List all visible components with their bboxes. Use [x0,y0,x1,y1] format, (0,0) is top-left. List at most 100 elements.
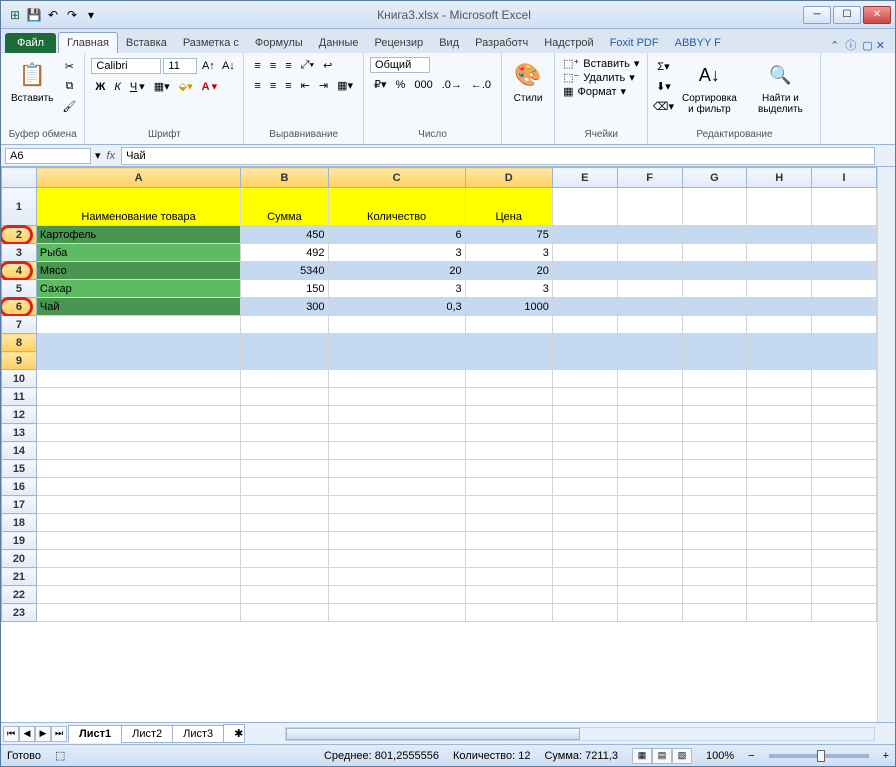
cell-B10[interactable] [241,370,328,388]
cell-F9[interactable] [617,352,682,370]
cell-C22[interactable] [328,586,465,604]
cell-I14[interactable] [812,442,877,460]
tab-data[interactable]: Данные [311,33,367,53]
fill-color-button[interactable]: ⬙▾ [175,78,197,95]
cell-C2[interactable]: 6 [328,226,465,244]
cell-E3[interactable] [552,244,617,262]
minimize-button[interactable]: ─ [803,6,831,24]
insert-cells-button[interactable]: ⬚⁺Вставить▾ [561,57,641,70]
zoom-out-button[interactable]: − [748,750,754,762]
cell-D2[interactable]: 75 [465,226,552,244]
cell-F3[interactable] [617,244,682,262]
decrease-font-icon[interactable]: A↓ [219,57,237,75]
cell-A17[interactable] [36,496,240,514]
tab-insert[interactable]: Вставка [118,33,175,53]
cell-D17[interactable] [465,496,552,514]
cell-H4[interactable] [747,262,812,280]
cell-F6[interactable] [617,298,682,316]
cell-D14[interactable] [465,442,552,460]
cell-E19[interactable] [552,532,617,550]
cell-I23[interactable] [812,604,877,622]
cell-I12[interactable] [812,406,877,424]
vertical-scrollbar[interactable] [877,167,895,722]
zoom-in-button[interactable]: + [883,750,889,762]
cell-H1[interactable] [747,188,812,226]
cell-G18[interactable] [682,514,747,532]
view-page-layout-button[interactable]: ▤ [652,748,672,764]
cell-A22[interactable] [36,586,240,604]
cell-E8[interactable] [552,334,617,352]
cell-A19[interactable] [36,532,240,550]
cell-I6[interactable] [812,298,877,316]
horizontal-scrollbar[interactable] [285,727,875,741]
cell-D1[interactable]: Цена [465,188,552,226]
cut-icon[interactable]: ✂ [60,57,78,75]
cell-H13[interactable] [747,424,812,442]
new-sheet-button[interactable]: ✱ [223,724,245,743]
cell-E13[interactable] [552,424,617,442]
cell-A12[interactable] [36,406,240,424]
cell-F13[interactable] [617,424,682,442]
cell-C17[interactable] [328,496,465,514]
cell-C8[interactable] [328,334,465,352]
sheet-tab-1[interactable]: Лист1 [68,725,122,743]
cell-F21[interactable] [617,568,682,586]
align-bottom-icon[interactable]: ≡ [281,57,295,74]
copy-icon[interactable]: ⧉ [60,77,78,95]
cell-H7[interactable] [747,316,812,334]
cell-I8[interactable] [812,334,877,352]
col-header-E[interactable]: E [552,168,617,188]
col-header-I[interactable]: I [812,168,877,188]
cell-H17[interactable] [747,496,812,514]
cell-F17[interactable] [617,496,682,514]
cell-G5[interactable] [682,280,747,298]
cell-B22[interactable] [241,586,328,604]
cell-C12[interactable] [328,406,465,424]
cell-C13[interactable] [328,424,465,442]
font-color-button[interactable]: A▾ [198,78,221,95]
orientation-icon[interactable]: ⤢▾ [297,57,318,74]
cell-F8[interactable] [617,334,682,352]
clear-icon[interactable]: ⌫▾ [654,97,672,115]
row-header-1[interactable]: 1 [2,188,37,226]
cell-D6[interactable]: 1000 [465,298,552,316]
col-header-D[interactable]: D [465,168,552,188]
row-header-10[interactable]: 10 [2,370,37,388]
cell-I11[interactable] [812,388,877,406]
paste-button[interactable]: 📋 Вставить [7,57,57,106]
indent-increase-icon[interactable]: ⇥ [315,77,332,94]
cell-G1[interactable] [682,188,747,226]
row-header-2[interactable]: 2 [2,226,37,244]
cell-A13[interactable] [36,424,240,442]
font-size-select[interactable]: 11 [163,58,197,74]
row-header-17[interactable]: 17 [2,496,37,514]
cell-C11[interactable] [328,388,465,406]
ribbon-options-icon[interactable]: ▢ ✕ [862,39,885,52]
cell-E12[interactable] [552,406,617,424]
cell-B1[interactable]: Сумма [241,188,328,226]
name-box[interactable] [5,148,91,164]
row-header-8[interactable]: 8 [2,334,37,352]
cell-B23[interactable] [241,604,328,622]
align-center-icon[interactable]: ≡ [266,77,280,94]
cell-E9[interactable] [552,352,617,370]
cell-H8[interactable] [747,334,812,352]
tab-nav-next[interactable]: ▶ [35,726,51,742]
row-header-19[interactable]: 19 [2,532,37,550]
cell-B18[interactable] [241,514,328,532]
cell-B17[interactable] [241,496,328,514]
cell-A10[interactable] [36,370,240,388]
tab-view[interactable]: Вид [431,33,467,53]
underline-button[interactable]: Ч▾ [126,78,149,95]
cell-G17[interactable] [682,496,747,514]
increase-decimal-icon[interactable]: .0→ [438,76,466,93]
cell-E7[interactable] [552,316,617,334]
file-tab[interactable]: Файл [5,33,56,53]
cell-C15[interactable] [328,460,465,478]
cell-B13[interactable] [241,424,328,442]
cell-C21[interactable] [328,568,465,586]
cell-C9[interactable] [328,352,465,370]
close-button[interactable]: ✕ [863,6,891,24]
cell-B15[interactable] [241,460,328,478]
row-header-12[interactable]: 12 [2,406,37,424]
